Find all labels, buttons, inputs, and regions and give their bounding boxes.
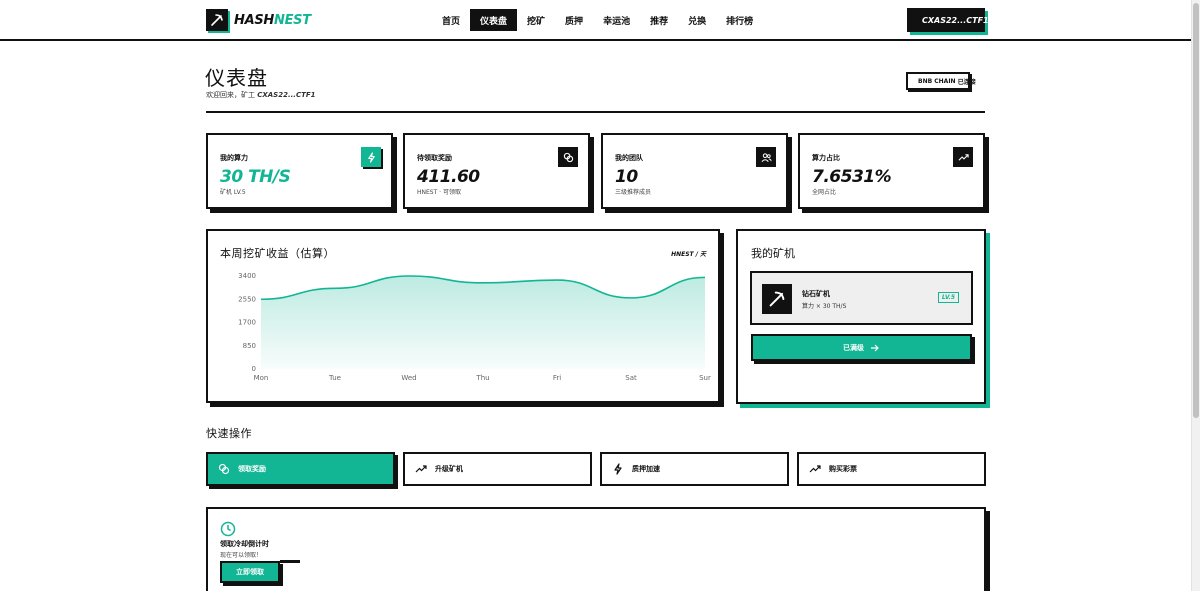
x-tick-label: Sat (625, 374, 637, 382)
stat-label: 我的算力 (220, 154, 248, 162)
miner-name: 钻石矿机 (802, 290, 830, 298)
stat-label: 我的团队 (615, 154, 643, 162)
quick-action-label: 购买彩票 (829, 465, 857, 473)
stat-sub: HNEST · 可领取 (417, 189, 461, 196)
y-tick-label: 2550 (238, 295, 256, 303)
top-navigation-bar: HASHNEST 首页 仪表盘 挖矿 质押 幸运池 推荐 兑换 排行榜 CXAS… (0, 0, 1191, 41)
wallet-button[interactable]: CXAS22...CTF1 (907, 8, 989, 32)
page-title: 仪表盘 (205, 66, 268, 90)
lightning-icon (361, 147, 381, 167)
y-tick-label: 0 (252, 365, 256, 373)
quick-action-label: 升级矿机 (435, 465, 463, 473)
arrow-right-icon (871, 344, 879, 351)
max-level-label: 已满级 (843, 343, 864, 352)
x-tick-label: Sur (699, 374, 711, 382)
stat-card-share: 算力占比 7.6531% 全网占比 (798, 133, 985, 209)
max-level-button[interactable]: 已满级 (751, 334, 972, 361)
stat-sub: 三级推荐成员 (615, 189, 652, 196)
nav-item-staking[interactable]: 质押 (555, 9, 593, 31)
chain-status-badge: BNB CHAIN 已连接 (906, 72, 976, 90)
nav-item-home[interactable]: 首页 (432, 9, 470, 31)
nav-item-leaderboard[interactable]: 排行榜 (716, 9, 763, 31)
my-miner-card: 我的矿机 钻石矿机 算力 × 30 TH/S LV.5 已满级 (736, 229, 986, 404)
nav-item-exchange[interactable]: 兑换 (678, 9, 716, 31)
buy-lottery-button[interactable]: 购买彩票 (797, 452, 986, 486)
y-tick-label: 850 (243, 342, 256, 350)
weekly-earnings-chart-card: 本周挖矿收益（估算） HNEST / 天 0 850 1700 2550 3400 Mon… (206, 229, 720, 403)
pickaxe-icon (762, 284, 792, 314)
claim-cooldown-card: 领取冷却倒计时 现在可以领取！ 立即领取 (206, 507, 986, 591)
pickaxe-logo-icon (206, 9, 228, 31)
cooldown-title: 领取冷却倒计时 (220, 540, 269, 548)
main-nav: 首页 仪表盘 挖矿 质押 幸运池 推荐 兑换 排行榜 (432, 9, 763, 31)
chain-status: 已连接 (957, 78, 976, 86)
quick-actions-title: 快速操作 (206, 427, 252, 440)
stat-label: 算力占比 (812, 154, 840, 162)
trending-up-icon (415, 465, 427, 473)
trending-up-icon (953, 147, 973, 167)
x-tick-label: Mon (254, 374, 269, 382)
y-tick-label: 3400 (238, 272, 256, 280)
users-icon (756, 147, 776, 167)
lightning-icon (614, 463, 622, 475)
miner-card-title: 我的矿机 (751, 247, 795, 260)
clock-icon (220, 521, 236, 537)
nav-item-lucky-pool[interactable]: 幸运池 (593, 9, 640, 31)
stat-value: 411.60 (417, 167, 480, 187)
stat-card-pending-rewards: 待领取奖励 411.60 HNEST · 可领取 (403, 133, 590, 209)
scrollbar-thumb[interactable] (1193, 3, 1199, 418)
stat-value: 30 TH/S (220, 167, 291, 187)
wallet-address: CXAS22...CTF1 (922, 15, 989, 25)
brand-name: HASHNEST (234, 12, 311, 28)
quick-action-label: 领取奖励 (238, 465, 266, 473)
stat-label: 待领取奖励 (417, 154, 452, 162)
coins-icon (558, 147, 578, 167)
welcome-user: CXAS22...CTF1 (257, 91, 316, 99)
page-scrollbar[interactable] (1191, 0, 1200, 591)
coins-icon (218, 463, 230, 475)
nav-item-dashboard[interactable]: 仪表盘 (470, 9, 518, 31)
nav-item-referral[interactable]: 推荐 (640, 9, 678, 31)
miner-power: 算力 × 30 TH/S (802, 303, 847, 310)
cooldown-status: 现在可以领取！ (220, 552, 263, 559)
claim-rewards-button[interactable]: 领取奖励 (206, 452, 395, 486)
stat-sub: 矿机 LV.5 (220, 189, 246, 196)
stake-boost-button[interactable]: 质押加速 (600, 452, 789, 486)
x-tick-label: Wed (401, 374, 416, 382)
chain-name: BNB CHAIN (918, 77, 956, 85)
claim-now-button[interactable]: 立即领取 (220, 560, 300, 583)
stat-sub: 全网占比 (812, 189, 837, 196)
quick-action-label: 质押加速 (632, 465, 660, 473)
x-tick-label: Tue (328, 374, 341, 382)
x-tick-label: Thu (475, 374, 489, 382)
stat-card-hashrate: 我的算力 30 TH/S 矿机 LV.5 (206, 133, 393, 209)
header-divider (206, 111, 985, 113)
chart-area-fill (261, 276, 705, 369)
stat-value: 7.6531% (812, 167, 892, 187)
x-tick-label: Fri (553, 374, 561, 382)
y-tick-label: 1700 (238, 319, 256, 327)
welcome-text: 欢迎回来，矿工 CXAS22...CTF1 (206, 91, 316, 99)
miner-level-badge: LV.5 (937, 292, 959, 303)
nav-item-mining[interactable]: 挖矿 (517, 9, 555, 31)
trending-up-icon (809, 465, 821, 473)
brand-logo[interactable]: HASHNEST (206, 9, 311, 31)
miner-item: 钻石矿机 算力 × 30 TH/S LV.5 (750, 271, 973, 325)
stat-card-team: 我的团队 10 三级推荐成员 (601, 133, 788, 209)
upgrade-miner-button[interactable]: 升级矿机 (403, 452, 592, 486)
stat-value: 10 (615, 167, 638, 187)
earnings-area-chart: 0 850 1700 2550 3400 Mon Tue Wed Thu Fri Sat Sur (238, 272, 711, 382)
